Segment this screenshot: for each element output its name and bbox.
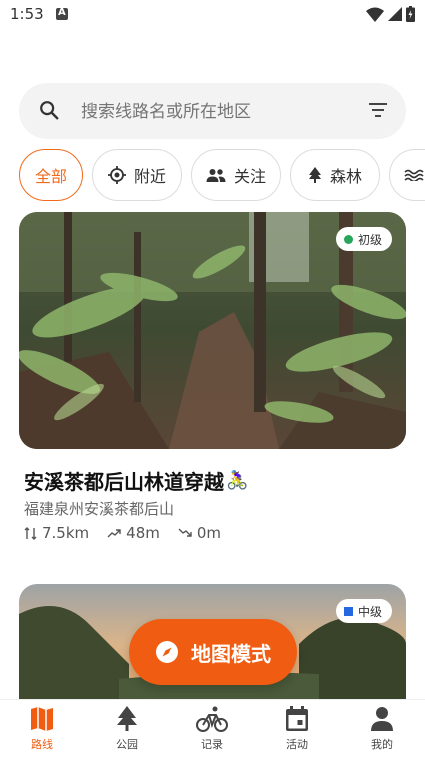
elevation-gain-value: 48m xyxy=(126,524,160,542)
nav-label: 公园 xyxy=(116,738,138,751)
route-location: 福建泉州安溪茶都后山 xyxy=(24,500,175,518)
search-bar[interactable] xyxy=(19,83,406,141)
battery-icon xyxy=(406,6,415,22)
chip-label: 关注 xyxy=(233,167,266,186)
route-title-text: 安溪茶都后山林道穿越 xyxy=(24,470,224,494)
trend-down-icon xyxy=(178,528,192,537)
chip-label: 附近 xyxy=(133,167,166,186)
nav-label: 我的 xyxy=(371,738,393,751)
filter-icon[interactable] xyxy=(368,101,388,119)
map-mode-button[interactable]: 地图模式 xyxy=(129,619,297,685)
compass-icon xyxy=(155,640,179,664)
nav-record[interactable]: 记录 xyxy=(182,706,242,752)
tree-icon xyxy=(308,167,322,183)
person-icon xyxy=(352,706,412,736)
cyclist-emoji: 🚴‍♀️ xyxy=(226,470,249,491)
location-target-icon xyxy=(107,166,126,184)
chip-all[interactable]: 全部 xyxy=(19,149,83,201)
water-waves-icon xyxy=(404,169,424,181)
tree-icon xyxy=(97,706,157,736)
trend-up-icon xyxy=(107,529,121,538)
chip-label: 全部 xyxy=(34,167,67,186)
chip-label: 森林 xyxy=(329,167,362,186)
nav-events[interactable]: 活动 xyxy=(267,706,327,752)
signal-icon xyxy=(388,7,402,21)
route-cover-image[interactable]: 初级 xyxy=(19,212,406,449)
nav-label: 记录 xyxy=(201,738,223,751)
difficulty-badge: 初级 xyxy=(335,227,392,251)
notification-app-icon xyxy=(56,7,68,20)
route-title[interactable]: 安溪茶都后山林道穿越 🚴‍♀️ xyxy=(24,466,248,495)
calendar-icon xyxy=(267,706,327,736)
distance-icon xyxy=(24,526,37,540)
search-icon xyxy=(40,101,59,120)
map-icon xyxy=(12,706,72,736)
difficulty-square xyxy=(343,606,353,616)
bottom-nav: 路线 公园 记录 活动 我的 xyxy=(0,699,425,758)
nav-label: 路线 xyxy=(31,738,53,751)
status-bar: 1:53 xyxy=(0,0,425,30)
search-input[interactable] xyxy=(79,83,363,141)
status-icons xyxy=(366,6,415,22)
difficulty-dot xyxy=(343,234,353,244)
wifi-icon xyxy=(366,7,384,22)
chip-nearby[interactable]: 附近 xyxy=(92,149,182,201)
distance-stat: 7.5km xyxy=(24,524,89,542)
nav-routes[interactable]: 路线 xyxy=(12,706,72,752)
elevation-loss-stat: 0m xyxy=(178,524,221,542)
distance-value: 7.5km xyxy=(42,524,90,542)
elevation-gain-stat: 48m xyxy=(107,524,160,542)
bicycle-icon xyxy=(182,706,242,736)
filter-chips: 全部 附近 关注 森林 xyxy=(19,149,425,203)
difficulty-badge-2: 中级 xyxy=(335,599,392,623)
nav-profile[interactable]: 我的 xyxy=(352,706,412,752)
nav-label: 活动 xyxy=(286,738,308,751)
chip-forest[interactable]: 森林 xyxy=(290,149,380,201)
people-icon xyxy=(206,168,226,182)
status-time: 1:53 xyxy=(10,5,44,23)
difficulty-label: 初级 xyxy=(357,232,382,247)
elevation-loss-value: 0m xyxy=(196,524,222,542)
route-stats: 7.5km 48m 0m xyxy=(24,524,239,542)
chip-more[interactable] xyxy=(389,149,425,201)
map-mode-label: 地图模式 xyxy=(191,641,271,666)
difficulty-label-2: 中级 xyxy=(357,604,382,619)
chip-following[interactable]: 关注 xyxy=(191,149,281,201)
nav-parks[interactable]: 公园 xyxy=(97,706,157,752)
